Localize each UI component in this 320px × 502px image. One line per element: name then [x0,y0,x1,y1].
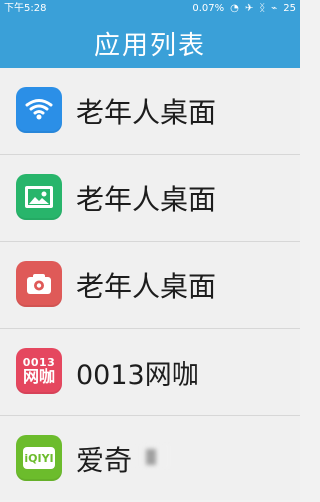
0013-logo-icon: 0013 网咖 [16,348,62,394]
app-row[interactable]: iQIYI 爱奇 [0,416,300,502]
bird-icon: ᛝ [259,3,266,14]
redaction-blur-shadow [146,449,156,465]
logo-text: 0013 网咖 [22,356,56,386]
gallery-icon [16,174,62,220]
svg-text:iQIYI: iQIYI [24,452,53,465]
app-list: 老年人桌面 老年人桌面 老年人桌面 0013 网咖 0013网咖 iQIYI 爱… [0,68,300,500]
status-bar: 下午5:28 0.07% ◔ ✈ ᛝ ⌁ 25 [0,0,300,18]
app-name: 爱奇 [76,444,133,477]
signal-icon: ◔ [230,3,239,14]
wifi-glyph [25,99,53,120]
wifi-status-icon: ⌁ [271,3,278,14]
camera-icon [16,261,62,307]
app-name: 老年人桌面 [76,96,217,129]
app-name: 0013网咖 [76,359,199,391]
battery-percent: 0.07% [192,3,225,14]
iqiyi-glyph: iQIYI [23,447,55,469]
app-row[interactable]: 老年人桌面 [0,242,300,329]
camera-glyph [27,274,51,294]
status-time: 下午5:28 [4,3,47,14]
status-icons: 0.07% ◔ ✈ ᛝ ⌁ 25 [192,0,296,18]
wifi-icon [16,87,62,133]
battery-label: 25 [283,3,296,14]
app-row[interactable]: 老年人桌面 [0,155,300,242]
title-bar: 应用列表 [0,18,300,68]
app-name: 老年人桌面 [76,270,217,303]
app-name: 老年人桌面 [76,183,217,216]
app-row[interactable]: 老年人桌面 [0,68,300,155]
airplane-icon: ✈ [244,3,254,14]
gallery-glyph [25,186,53,208]
app-row[interactable]: 0013 网咖 0013网咖 [0,329,300,416]
page-title: 应用列表 [93,30,206,61]
iqiyi-icon: iQIYI [16,435,62,481]
